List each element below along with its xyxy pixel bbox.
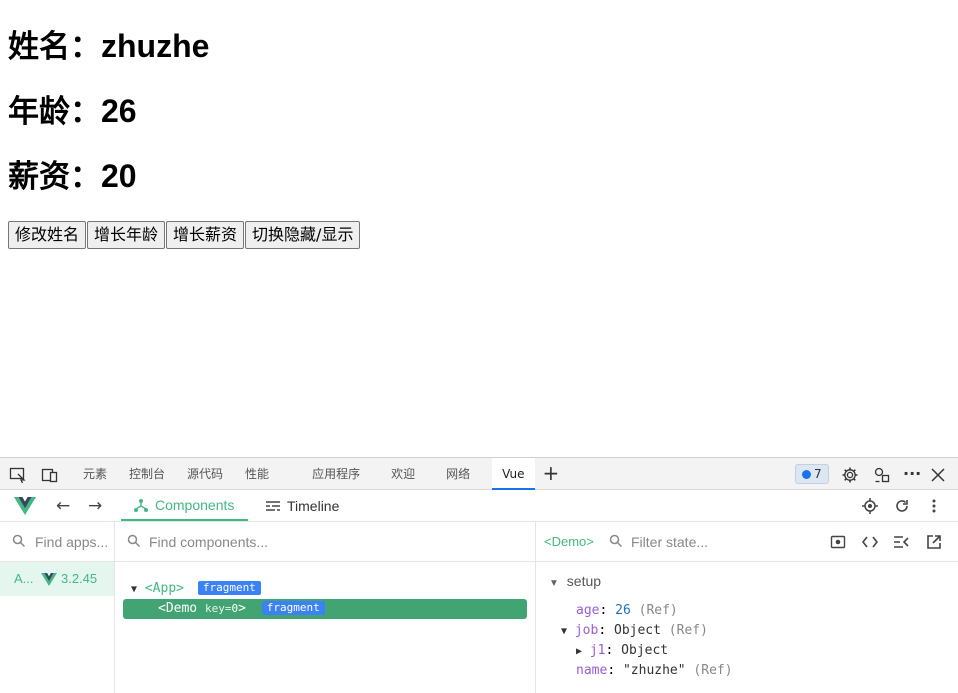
component-key-label: key [204,602,225,615]
close-devtools-icon[interactable] [929,466,947,484]
state-value: 26 [615,603,631,618]
salary-heading: 薪资：20 [8,160,137,193]
expanded-triangle-icon[interactable]: ▼ [131,584,137,595]
component-name: <App> [144,581,184,596]
add-tab-icon[interactable]: + [535,458,568,490]
state-key: j1 [589,643,606,658]
toggle-visibility-button[interactable]: 切换隐藏/显示 [245,221,361,249]
state-inspector-pane: <Demo> Filter state... ▼ setup age: 26 (… [536,522,958,693]
scroll-to-component-icon[interactable] [830,534,846,550]
settings-gear-icon[interactable] [841,466,859,484]
more-options-icon[interactable]: ··· [903,466,921,484]
render-code-icon[interactable] [893,534,909,550]
tab-timeline[interactable]: Timeline [253,490,353,521]
select-component-target-icon[interactable] [861,497,879,515]
age-label: 年龄： [8,94,101,130]
name-value: zhuzhe [101,28,210,64]
tab-performance[interactable]: 性能 [234,458,301,490]
state-note: (Ref) [668,623,708,638]
vue-version: 3.2.45 [61,571,98,586]
state-row-name[interactable]: name: "zhuzhe" (Ref) [576,661,733,681]
issues-icon [802,469,811,479]
setup-section[interactable]: ▼ setup [549,571,601,591]
devtools-tabs: 元素 控制台 源代码 性能 应用程序 欢迎 网络 Vue + [72,458,567,490]
code-icon[interactable] [862,534,878,550]
back-arrow-icon[interactable]: ← [56,496,70,516]
vue-logo-icon [14,497,36,519]
button-row: 修改姓名 增长年龄 增长薪资 切换隐藏/显示 [8,221,361,249]
tab-welcome[interactable]: 欢迎 [380,458,435,490]
state-value: "zhuzhe" [622,663,686,678]
vue-version-icon [41,573,57,586]
apps-search-input[interactable]: Find apps... [35,534,108,550]
search-icon [12,534,26,548]
fragment-tag: fragment [261,601,325,615]
state-key: name [576,663,608,678]
app-list-item[interactable]: A... 3.2.45 [0,562,114,596]
tab-console[interactable]: 控制台 [118,458,176,490]
tab-vue[interactable]: Vue [492,458,535,490]
device-emulation-icon[interactable] [41,466,59,484]
apps-pane: Find apps... A... 3.2.45 [0,522,115,693]
name-label: 姓名： [8,29,101,65]
vue-devtools-bar: ← → Components Timeline [0,490,958,522]
search-icon [609,534,623,548]
increase-age-button[interactable]: 增长年龄 [87,221,166,249]
components-search[interactable]: Find components... [115,522,535,562]
devtools-toolbar: 元素 控制台 源代码 性能 应用程序 欢迎 网络 Vue + 7 ··· [0,457,958,490]
tree-node-app[interactable]: ▼ <App> fragment [131,579,261,599]
tab-components[interactable]: Components [121,490,249,521]
tab-sources[interactable]: 源代码 [176,458,234,490]
tab-application[interactable]: 应用程序 [301,458,380,490]
search-icon [127,534,141,548]
app-name: A... [14,571,34,586]
collapsed-triangle-icon[interactable]: ▶ [576,646,582,657]
tree-node-demo[interactable]: <Demo key=0> fragment [123,599,527,619]
salary-value: 20 [101,158,137,194]
tab-network[interactable]: 网络 [435,458,492,490]
salary-label: 薪资： [8,159,101,195]
tab-components-label: Components [155,496,235,513]
state-row-j1[interactable]: ▶ j1: Object [576,641,668,661]
state-value: Object [621,643,669,658]
inspect-element-icon[interactable] [9,466,27,484]
state-filter-input[interactable]: Filter state... [631,534,708,550]
state-header: <Demo> Filter state... [536,522,958,562]
components-pane: Find components... ▼ <App> fragment <Dem… [115,522,536,693]
component-close: > [238,601,246,616]
state-row-job[interactable]: ▼ job: Object (Ref) [561,621,708,641]
customize-icon[interactable] [873,466,891,484]
components-search-input[interactable]: Find components... [149,534,268,550]
issues-badge[interactable]: 7 [795,464,829,484]
forward-arrow-icon[interactable]: → [88,496,102,516]
vue-more-icon[interactable] [925,497,943,515]
name-heading: 姓名：zhuzhe [8,30,209,63]
apps-search[interactable]: Find apps... [0,522,114,562]
state-value: Object [614,623,661,638]
fragment-tag: fragment [197,581,261,595]
change-name-button[interactable]: 修改姓名 [8,221,87,249]
state-row-age[interactable]: age: 26 (Ref) [576,601,678,621]
refresh-icon[interactable] [893,497,911,515]
increase-salary-button[interactable]: 增长薪资 [166,221,245,249]
timeline-icon [266,500,280,511]
state-key: job [574,623,599,638]
component-name: <Demo [158,601,198,616]
issues-count: 7 [814,467,822,481]
section-label: setup [566,573,602,589]
devtools-panel: 元素 控制台 源代码 性能 应用程序 欢迎 网络 Vue + 7 ··· ← →… [0,457,958,693]
open-in-editor-icon[interactable] [926,534,942,550]
age-value: 26 [101,93,137,129]
state-note: (Ref) [693,663,733,678]
state-key: age [576,603,600,618]
expanded-triangle-icon[interactable]: ▼ [561,626,567,637]
tab-timeline-label: Timeline [287,497,340,514]
selected-component-name: <Demo> [544,534,594,549]
age-heading: 年龄：26 [8,95,137,128]
state-note: (Ref) [638,603,678,618]
expanded-triangle-icon[interactable]: ▼ [549,578,559,589]
components-tree-icon [134,498,148,512]
tab-elements[interactable]: 元素 [72,458,118,490]
